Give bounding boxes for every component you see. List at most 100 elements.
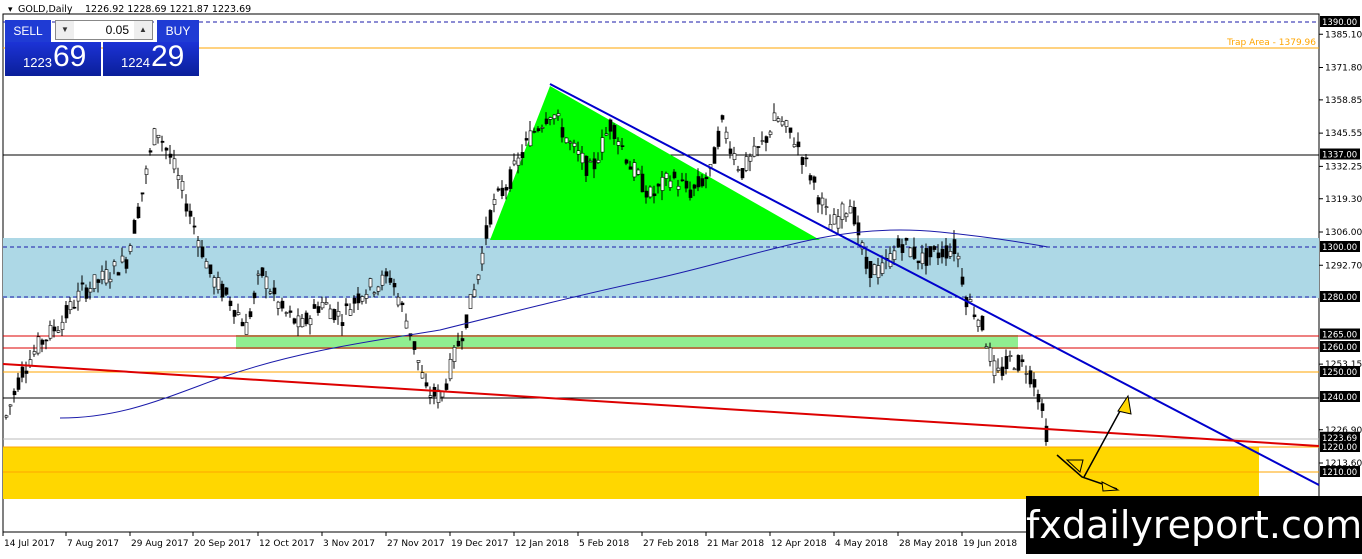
x-tick-label: 19 Dec 2017 xyxy=(451,539,509,549)
candle-body xyxy=(348,309,353,316)
candle-body xyxy=(512,160,517,165)
candle-body xyxy=(156,134,161,138)
candle-body xyxy=(332,309,337,321)
candle-body xyxy=(212,277,217,288)
candle-body xyxy=(772,112,777,122)
candle-body xyxy=(968,299,973,303)
candle-body xyxy=(464,314,469,328)
price-label: 1280.00 xyxy=(1322,293,1357,303)
x-tick-label: 27 Nov 2017 xyxy=(387,539,445,549)
candle-body xyxy=(620,145,625,147)
one-click-trading-panel: SELL ▼ 0.05 ▲ BUY 1223 69 1224 29 xyxy=(5,20,199,76)
candle-body xyxy=(944,245,949,259)
chart-header-icon: ▾ xyxy=(8,5,13,15)
candle-body xyxy=(508,169,513,189)
candle-body xyxy=(128,245,133,252)
candle-body xyxy=(556,113,561,117)
buy-price[interactable]: 1224 29 xyxy=(103,40,199,76)
candle-body xyxy=(208,264,213,275)
candle-body xyxy=(764,136,769,143)
support-zone-green xyxy=(236,335,1018,349)
candle-body xyxy=(300,318,305,328)
candle-body xyxy=(644,190,649,198)
buy-button[interactable]: BUY xyxy=(157,20,199,42)
candle-body xyxy=(1024,373,1029,375)
candle-body xyxy=(516,157,521,166)
watermark: fxdailyreport.com xyxy=(1026,496,1362,554)
candle-body xyxy=(72,306,77,309)
candle-body xyxy=(236,312,241,315)
candle-body xyxy=(744,156,749,171)
chevron-down-icon[interactable]: ▼ xyxy=(56,21,74,39)
chart-window[interactable]: ▾ GOLD,Daily 1226.92 1228.69 1221.87 122… xyxy=(0,0,1362,554)
candle-body xyxy=(756,146,761,148)
candle-body xyxy=(340,322,345,326)
x-tick-label: 12 Apr 2018 xyxy=(771,539,827,549)
sell-button[interactable]: SELL xyxy=(5,20,51,42)
candle-body xyxy=(520,152,525,159)
candle-body xyxy=(276,301,281,309)
candle-body xyxy=(804,157,809,160)
candle-body xyxy=(800,157,805,165)
candle-body xyxy=(244,322,249,335)
candle-body xyxy=(532,131,537,133)
candle-body xyxy=(24,370,29,374)
candle-body xyxy=(192,225,197,228)
candle-body xyxy=(608,119,613,132)
candle-body xyxy=(864,256,869,269)
lot-size-stepper[interactable]: ▼ 0.05 ▲ xyxy=(55,20,153,40)
candle-body xyxy=(528,130,533,147)
candle-body xyxy=(812,176,817,183)
candle-body xyxy=(616,141,621,146)
candle-body xyxy=(456,340,461,347)
chevron-up-icon[interactable]: ▲ xyxy=(134,21,152,39)
candle-body xyxy=(576,150,581,155)
candle-body xyxy=(200,246,205,258)
candle-body xyxy=(920,252,925,264)
candle-body xyxy=(404,320,409,329)
buy-price-small: 1224 xyxy=(121,55,150,70)
candle-body xyxy=(96,279,101,283)
candle-body xyxy=(856,222,861,236)
candle-body xyxy=(496,188,501,191)
candle-body xyxy=(1016,355,1021,371)
y-tick-label: 1292.70 xyxy=(1325,261,1362,271)
candle-body xyxy=(784,120,789,127)
candle-body xyxy=(216,277,221,290)
candle-body xyxy=(12,390,17,396)
candle-body xyxy=(1008,355,1013,357)
candle-body xyxy=(296,315,301,328)
candle-body xyxy=(428,395,433,398)
candle-body xyxy=(544,118,549,124)
candle-body xyxy=(184,203,189,212)
candle-body xyxy=(116,272,121,276)
candle-body xyxy=(768,131,773,135)
candle-body xyxy=(584,155,589,176)
price-label: 1250.00 xyxy=(1322,368,1357,378)
candle-body xyxy=(256,273,261,276)
candle-body xyxy=(288,310,293,313)
x-tick-label: 29 Aug 2017 xyxy=(131,539,189,549)
candle-body xyxy=(36,336,41,354)
candle-body xyxy=(760,140,765,142)
lot-size-value[interactable]: 0.05 xyxy=(76,21,132,39)
candle-body xyxy=(836,216,841,229)
candle-body xyxy=(120,255,125,263)
candle-body xyxy=(984,346,989,349)
candle-body xyxy=(692,184,697,189)
candle-body xyxy=(136,206,141,219)
candle-body xyxy=(44,339,49,342)
candle-body xyxy=(280,300,285,309)
candle-body xyxy=(468,294,473,309)
candle-body xyxy=(808,175,813,181)
candle-body xyxy=(928,246,933,258)
candle-body xyxy=(628,166,633,170)
candle-body xyxy=(672,171,677,179)
price-labels: 1390.00 1337.00 1300.00 1280.00 1265.00 1260.… xyxy=(1320,16,1360,478)
candle-body xyxy=(868,261,873,279)
candle-body xyxy=(1028,370,1033,385)
sell-price-small: 1223 xyxy=(23,55,52,70)
candle-body xyxy=(536,128,541,132)
sell-price[interactable]: 1223 69 xyxy=(5,40,101,76)
price-chart[interactable]: ▾ GOLD,Daily 1226.92 1228.69 1221.87 122… xyxy=(0,0,1362,554)
